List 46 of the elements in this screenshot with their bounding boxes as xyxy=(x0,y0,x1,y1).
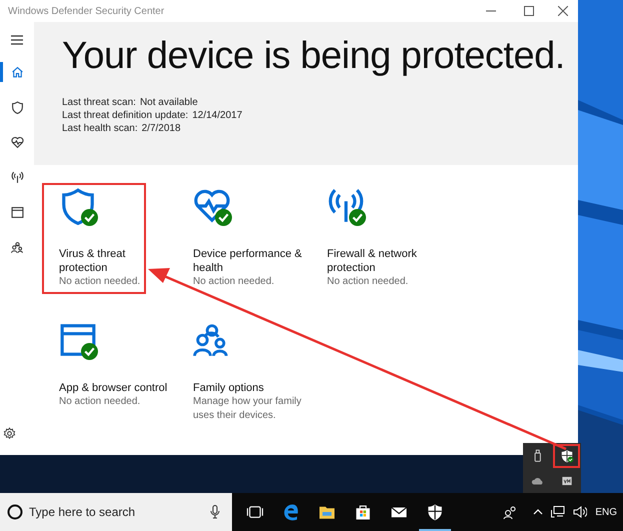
shield-icon[interactable] xyxy=(560,448,574,462)
chevron-up-icon[interactable] xyxy=(533,508,544,516)
language-indicator[interactable]: ENG xyxy=(595,504,617,520)
status-label: Last threat definition update: xyxy=(62,109,188,122)
menu-icon[interactable] xyxy=(11,35,23,45)
shield-icon[interactable] xyxy=(10,100,24,114)
tile-title[interactable]: Virus & threat protection xyxy=(59,247,171,275)
status-value: 2/7/2018 xyxy=(142,122,181,135)
shield-icon[interactable] xyxy=(426,503,444,521)
tile-title[interactable]: Family options xyxy=(193,381,305,395)
task-view-icon[interactable] xyxy=(246,503,264,521)
status-value: Not available xyxy=(140,96,198,109)
volume-icon[interactable] xyxy=(573,506,588,518)
close-icon[interactable] xyxy=(558,6,568,16)
status-label: Last health scan: xyxy=(62,122,138,135)
store-icon[interactable] xyxy=(354,503,372,521)
shield-icon xyxy=(59,187,97,225)
settings-icon[interactable] xyxy=(2,427,16,440)
antenna-icon[interactable] xyxy=(10,170,24,184)
status-label: Last threat scan: xyxy=(62,96,136,109)
status-value: 12/14/2017 xyxy=(192,109,242,122)
tile-subtitle: No action needed. xyxy=(193,275,276,289)
antenna-icon xyxy=(327,187,365,225)
tile-subtitle: No action needed. xyxy=(59,395,142,409)
page-heading: Your device is being protected. xyxy=(62,34,566,79)
search-input[interactable]: Type here to search xyxy=(29,503,210,521)
heart-icon xyxy=(193,187,231,225)
window-title: Windows Defender Security Center xyxy=(7,4,166,18)
microphone-icon[interactable] xyxy=(210,505,220,519)
home-icon[interactable] xyxy=(10,66,24,78)
heart-icon[interactable] xyxy=(10,136,24,148)
people-icon[interactable] xyxy=(503,505,518,519)
tile-subtitle: No action needed. xyxy=(59,275,142,289)
tile-title[interactable]: App & browser control xyxy=(59,381,171,395)
tile-subtitle: Manage how your family uses their devices. xyxy=(193,395,302,423)
tile-title[interactable]: Device performance & health xyxy=(193,247,305,275)
tile-title[interactable]: Firewall & network protection xyxy=(327,247,439,275)
search-ring-icon xyxy=(7,504,23,520)
window-icon[interactable] xyxy=(10,206,24,218)
edge-icon[interactable] xyxy=(282,503,300,521)
tile-subtitle: No action needed. xyxy=(327,275,410,289)
network-icon[interactable] xyxy=(551,506,566,518)
maximize-icon[interactable] xyxy=(524,6,534,16)
people-icon[interactable] xyxy=(10,240,24,254)
window-icon xyxy=(59,321,97,359)
search-field[interactable]: Type here to search xyxy=(0,493,232,531)
